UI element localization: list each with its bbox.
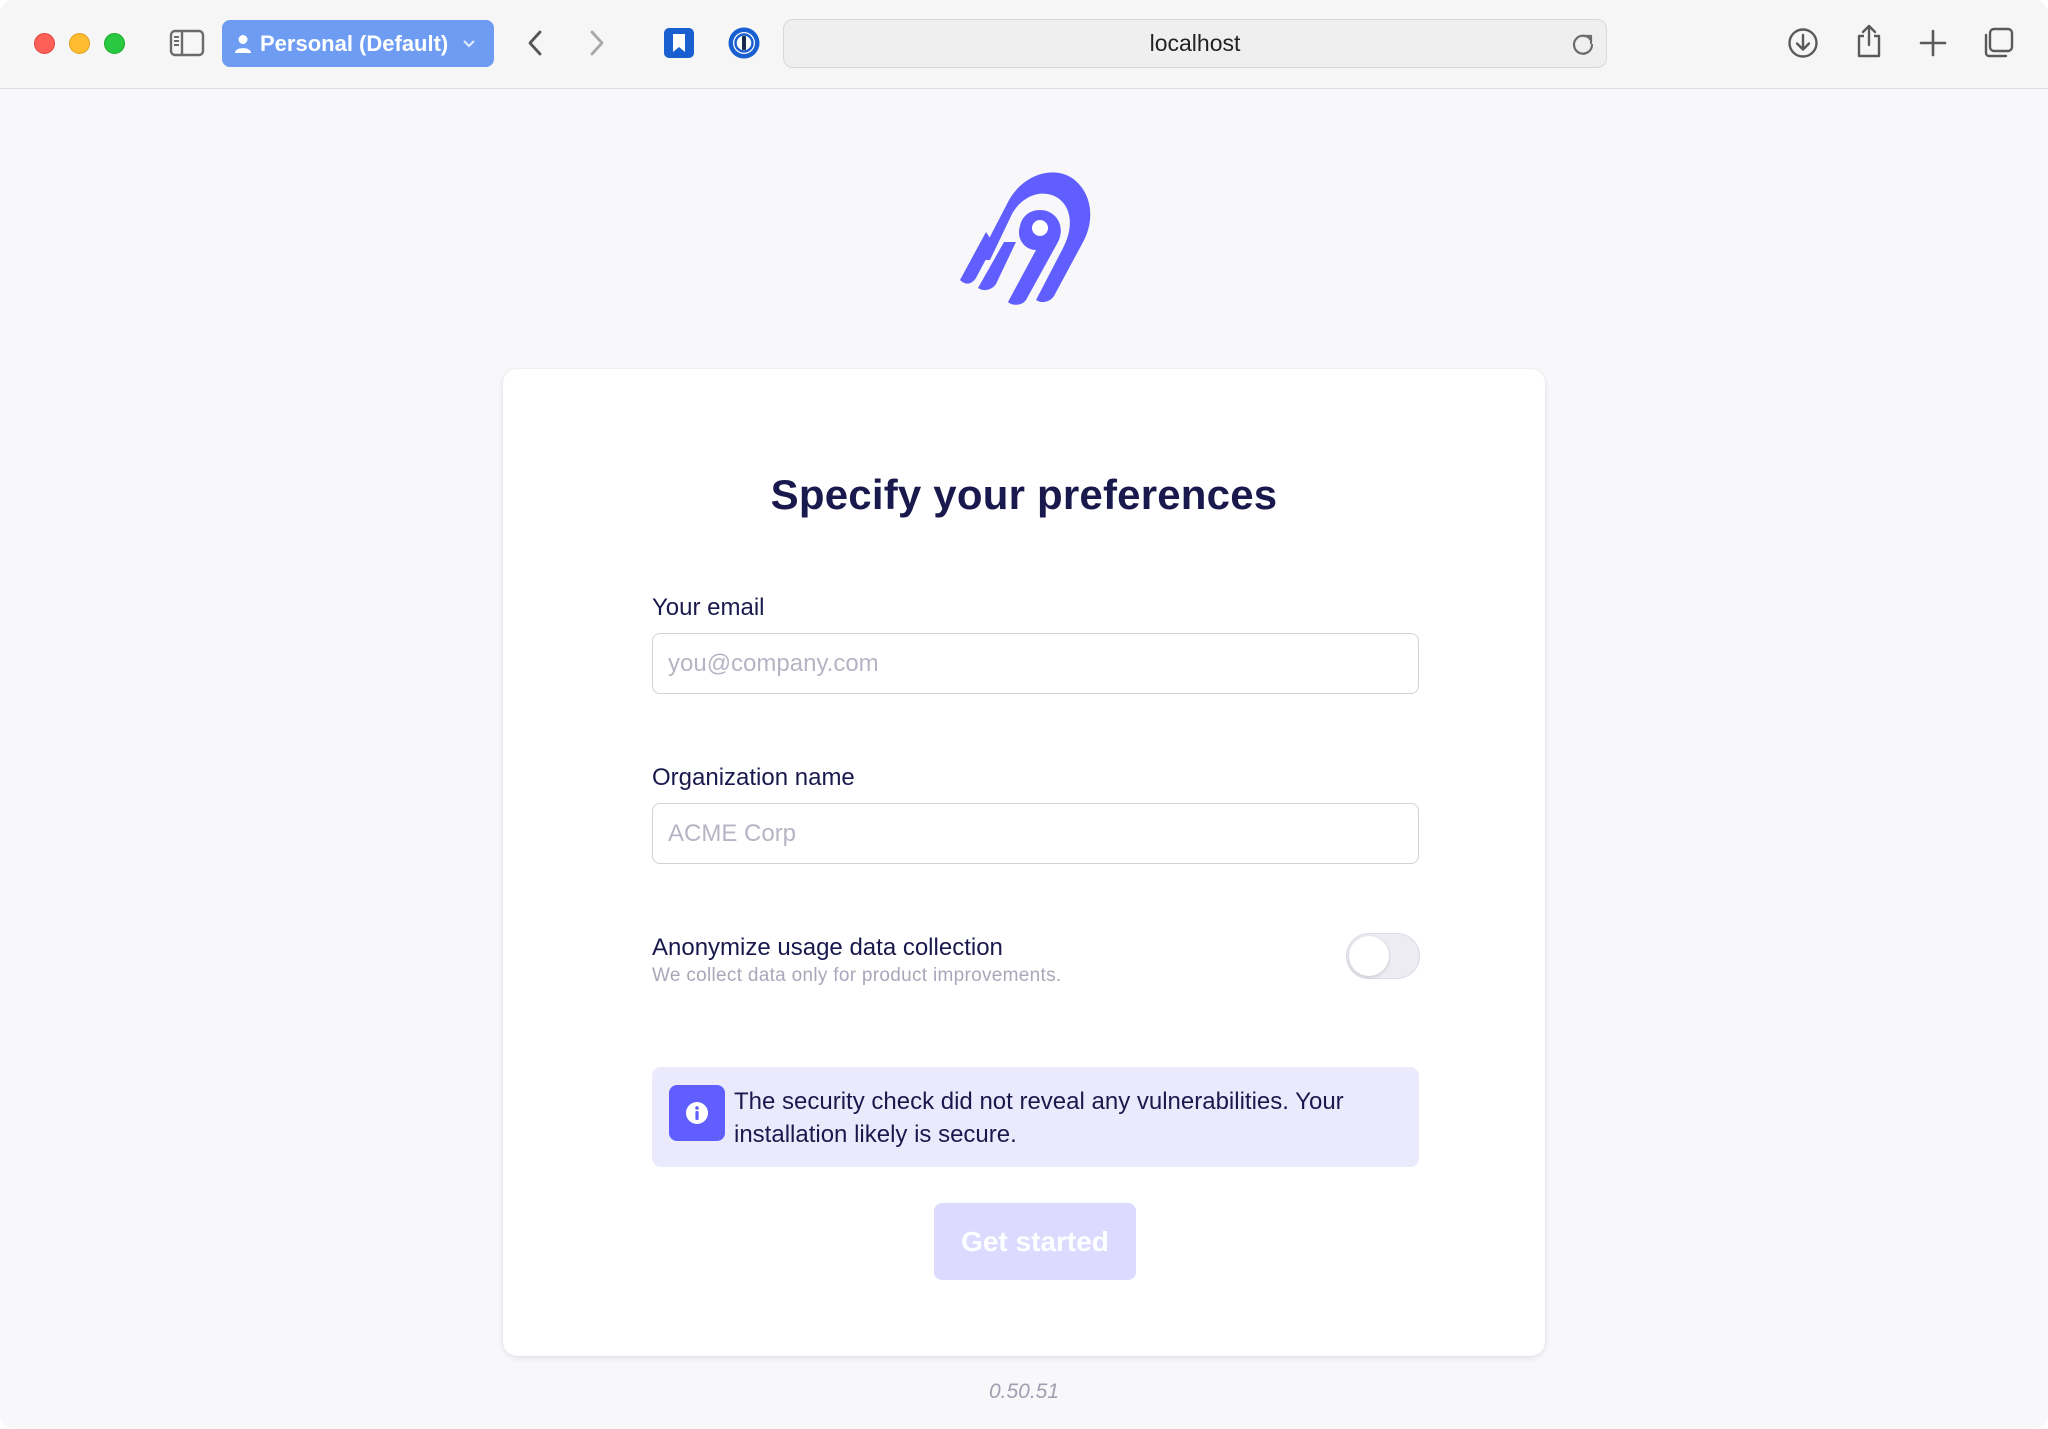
toggle-knob: [1349, 936, 1389, 976]
email-field[interactable]: [652, 633, 1419, 694]
password-manager-icon[interactable]: [726, 25, 762, 61]
profile-label: Personal (Default): [260, 30, 449, 56]
reload-icon[interactable]: [1570, 31, 1596, 63]
security-notice: The security check did not reveal any vu…: [652, 1067, 1419, 1167]
plus-icon[interactable]: [1916, 26, 1950, 60]
bookmark-extension-icon[interactable]: [662, 26, 696, 60]
sidebar-icon[interactable]: [168, 27, 206, 59]
minimize-window-button[interactable]: [69, 33, 90, 54]
anonymize-toggle[interactable]: [1346, 933, 1420, 979]
close-window-button[interactable]: [34, 33, 55, 54]
get-started-button[interactable]: Get started: [934, 1203, 1136, 1280]
download-icon[interactable]: [1786, 26, 1820, 60]
url-text: localhost: [1149, 30, 1241, 56]
person-icon: [235, 34, 251, 53]
organization-field[interactable]: [652, 803, 1419, 864]
version-label: 0.50.51: [988, 1380, 1060, 1403]
chevron-right-icon[interactable]: [582, 26, 612, 60]
zoom-window-button[interactable]: [104, 33, 125, 54]
email-label: Your email: [652, 594, 765, 621]
security-notice-text: The security check did not reveal any vu…: [734, 1088, 1344, 1148]
address-bar[interactable]: localhost: [783, 19, 1607, 68]
organization-label: Organization name: [652, 764, 855, 791]
airbyte-logo: [950, 150, 1096, 306]
page-title: Specify your preferences: [770, 471, 1278, 518]
chevron-left-icon[interactable]: [520, 26, 550, 60]
tab-overview-icon[interactable]: [1980, 25, 2016, 61]
browser-window: Personal (Default) localhost Specify you…: [0, 0, 2048, 1429]
profile-button[interactable]: Personal (Default): [222, 20, 494, 67]
browser-toolbar: Personal (Default) localhost: [0, 0, 2048, 89]
anonymize-subtitle: We collect data only for product improve…: [652, 965, 1062, 986]
chevron-down-icon: [463, 39, 475, 47]
anonymize-title: Anonymize usage data collection: [652, 934, 1003, 961]
preferences-card: Specify your preferences Your email Orga…: [503, 369, 1545, 1356]
share-icon[interactable]: [1852, 22, 1886, 60]
info-icon: [669, 1085, 725, 1141]
